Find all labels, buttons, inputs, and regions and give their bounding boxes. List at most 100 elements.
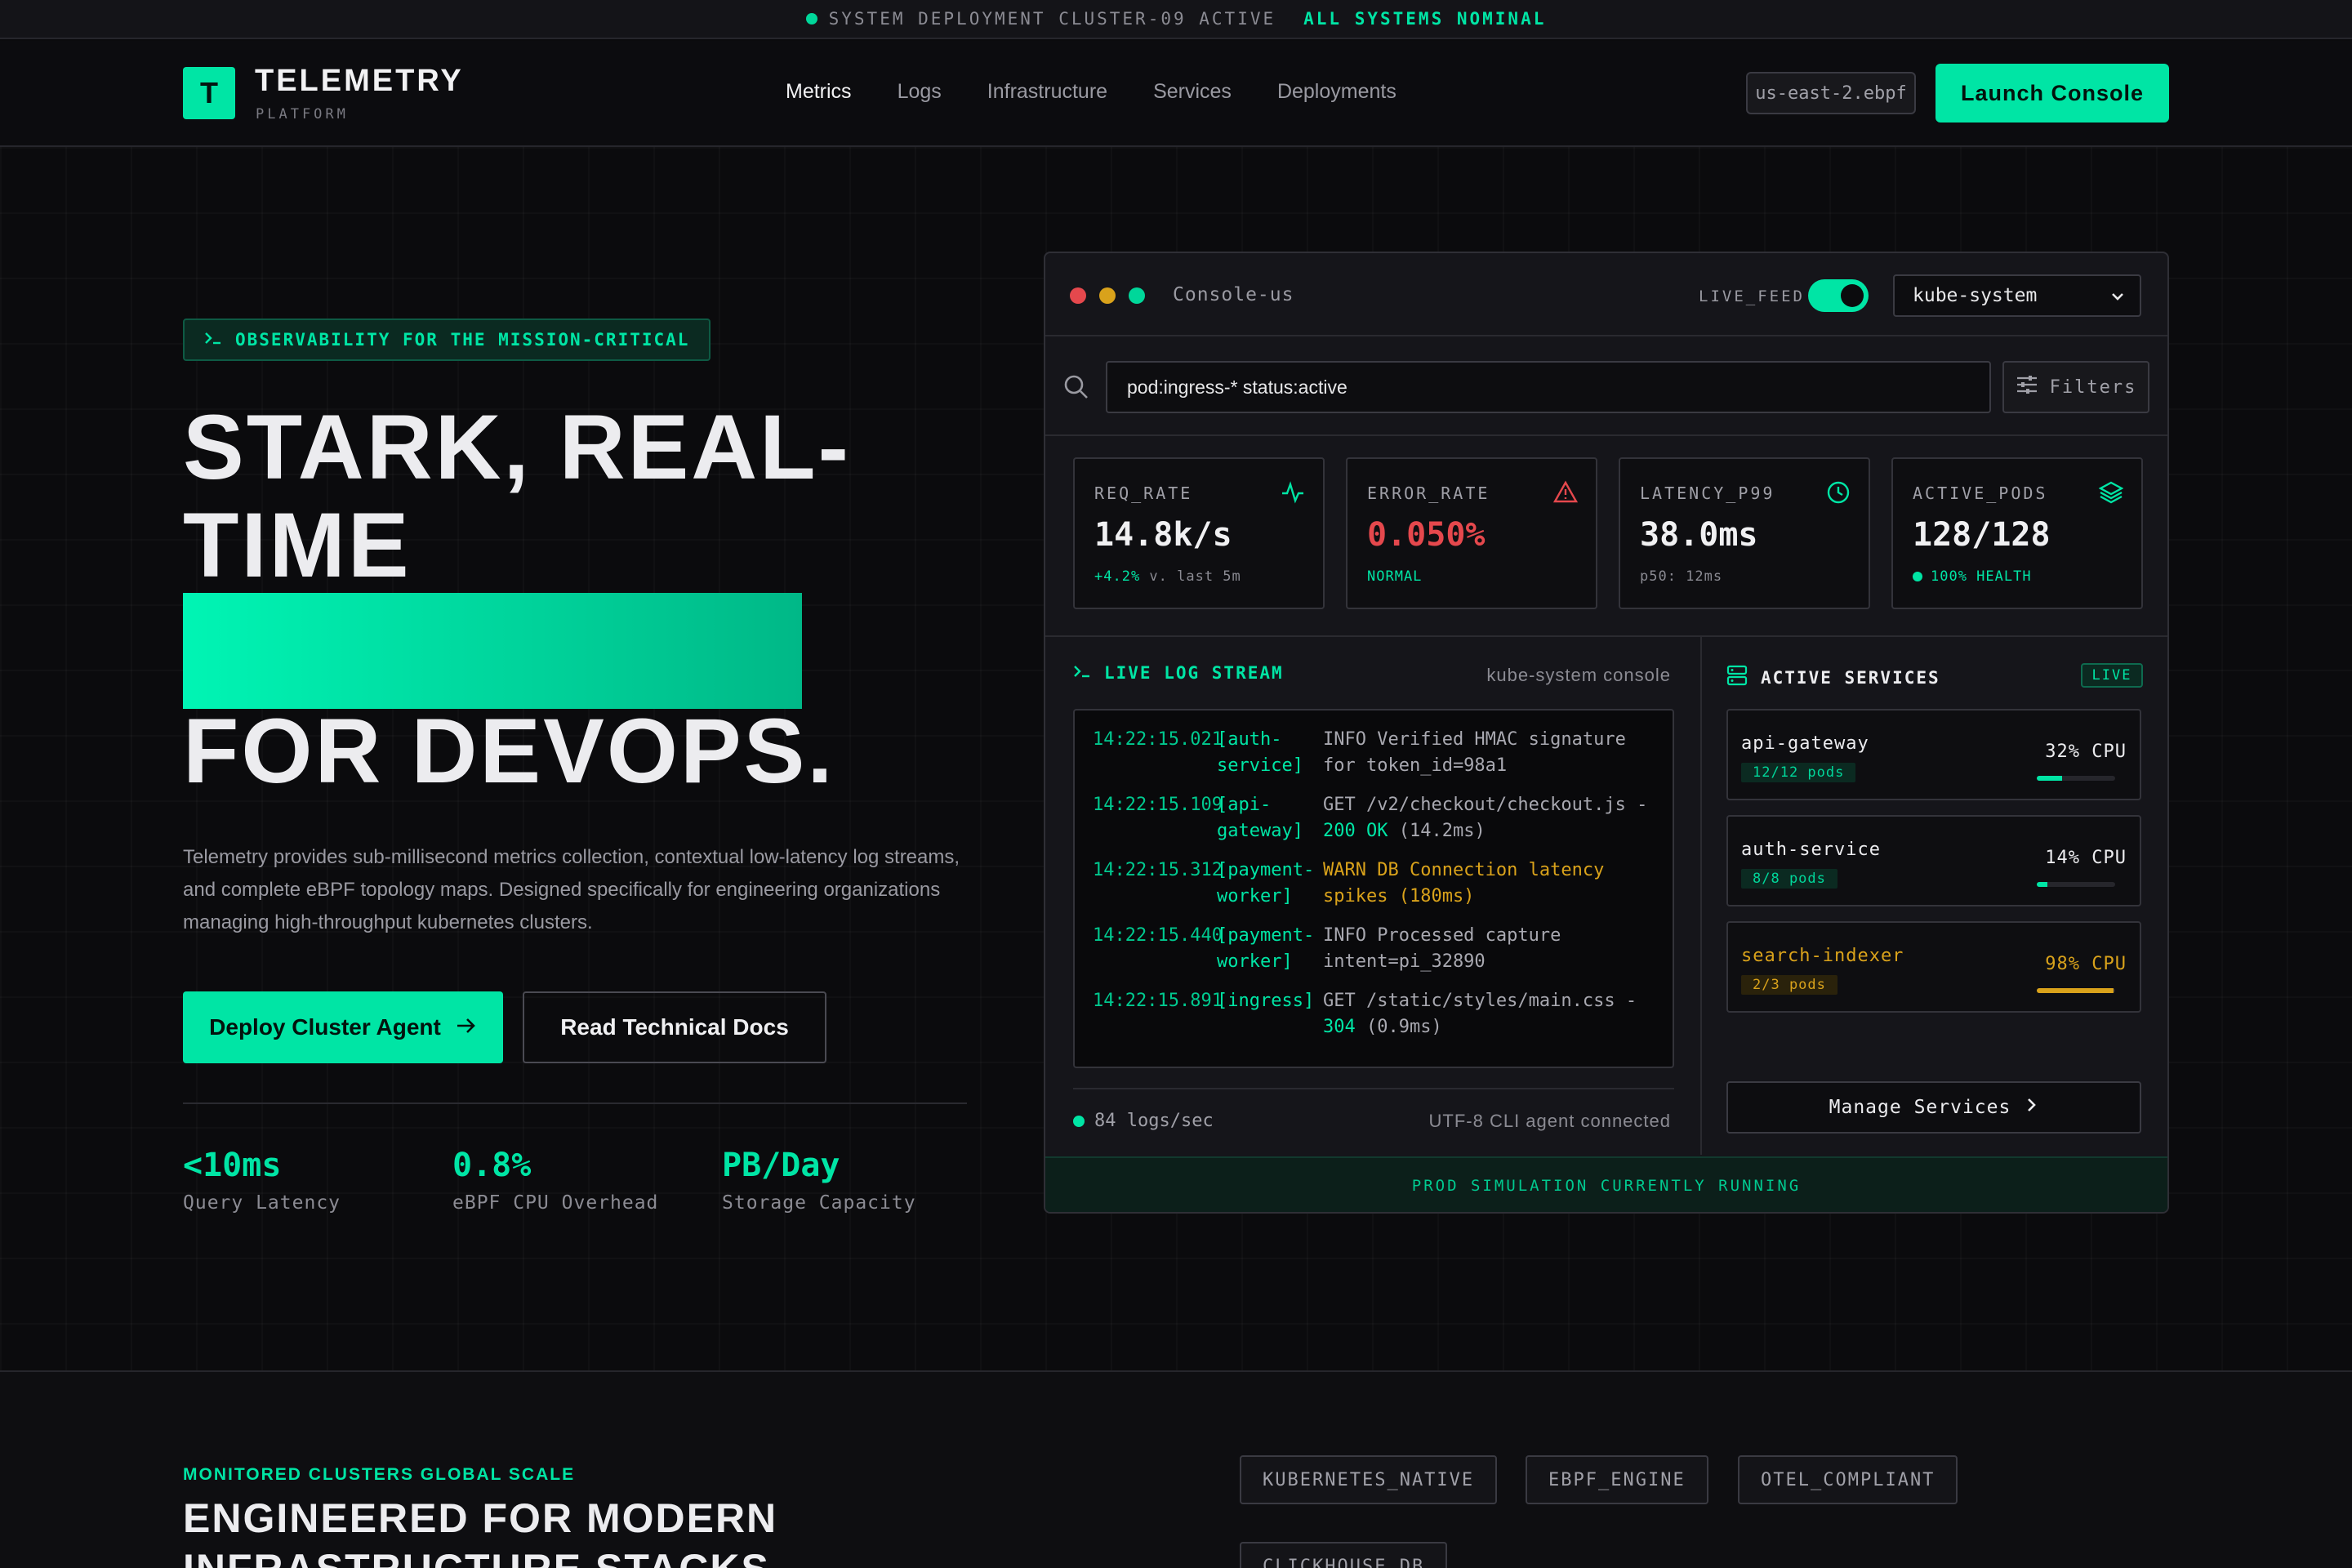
cpu-bar-fill [2037,882,2048,887]
metric-card-error-rate[interactable]: ERROR_RATE 0.050% NORMAL [1346,457,1597,609]
nav-deployments[interactable]: Deployments [1277,80,1396,104]
nav-metrics[interactable]: Metrics [786,80,852,104]
hero-highlight-band [183,593,802,709]
service-card-api-gateway[interactable]: api-gateway 12/12 pods 32% CPU [1726,709,2141,800]
tag-clickhouse-db[interactable]: CLICKHOUSE_DB [1240,1542,1448,1568]
stat-query-latency: <10ms Query Latency [183,1147,341,1214]
tag-ebpf-engine[interactable]: EBPF_ENGINE [1526,1455,1708,1504]
log-entry: 14:22:15.891 [ingress] GET /static/style… [1093,988,1658,1040]
log-message: INFO Verified HMAC signature for token_i… [1323,729,1626,776]
log-rate-text: 84 logs/sec [1094,1111,1214,1131]
live-feed-toggle[interactable] [1808,279,1869,312]
stat-label: Storage Capacity [722,1192,916,1214]
metric-value: 128/128 [1913,516,2051,554]
clock-icon [1826,480,1851,509]
deploy-button-label: Deploy Cluster Agent [209,1014,441,1040]
console-window: Console-us LIVE_FEED kube-system pod:ing… [1044,252,2169,1214]
read-technical-docs-button[interactable]: Read Technical Docs [523,991,826,1063]
hero-description: Telemetry provides sub-millisecond metri… [183,846,960,933]
deploy-cluster-agent-button[interactable]: Deploy Cluster Agent [183,991,503,1063]
logo-mark[interactable]: T [183,67,235,119]
pod-search-input[interactable]: pod:ingress-* status:active [1106,361,1991,413]
metric-label: LATENCY_P99 [1640,483,1775,503]
log-source: [payment-worker] [1217,860,1315,906]
service-card-search-indexer[interactable]: search-indexer 2/3 pods 98% CPU [1726,921,2141,1013]
terminal-prompt-icon [204,330,222,350]
stat-cpu-overhead: 0.8% eBPF CPU Overhead [452,1147,658,1214]
filters-button[interactable]: Filters [2002,361,2149,413]
alert-triangle-icon [1552,480,1579,509]
hero-title-line-2: TIME [183,494,412,596]
service-name: api-gateway [1741,733,1869,754]
chevron-right-icon [2025,1096,2038,1119]
hero-divider [183,1102,967,1104]
simulation-banner: PROD SIMULATION CURRENTLY RUNNING [1045,1156,2167,1212]
logo-title[interactable]: TELEMETRY [255,64,464,99]
log-message: GET /static/styles/main.css - 304 (0.9ms… [1323,988,1658,1040]
service-cpu: 98% CPU [2045,954,2127,974]
service-card-auth-service[interactable]: auth-service 8/8 pods 14% CPU [1726,815,2141,906]
log-time: 14:22:15.312 [1093,860,1223,880]
log-stream-header: LIVE LOG STREAM [1073,663,1284,683]
status-text: SYSTEM DEPLOYMENT CLUSTER-09 ACTIVE [828,9,1276,29]
log-entry: 14:22:15.021 [auth-service] INFO Verifie… [1093,727,1658,779]
hero-tagline: OBSERVABILITY FOR THE MISSION-CRITICAL [183,318,711,361]
window-maximize-icon[interactable] [1129,287,1145,304]
launch-console-button[interactable]: Launch Console [1936,64,2169,122]
tag-kubernetes-native[interactable]: KUBERNETES_NATIVE [1240,1455,1498,1504]
status-dot-icon [805,13,817,24]
service-cpu: 32% CPU [2045,742,2127,762]
metric-card-latency-p99[interactable]: LATENCY_P99 38.0ms p50: 12ms [1619,457,1870,609]
nav-logs[interactable]: Logs [898,80,942,104]
log-message: INFO Processed capture intent=pi_32890 [1323,925,1561,972]
status-line: SYSTEM DEPLOYMENT CLUSTER-09 ACTIVE [805,9,1276,29]
log-stream-context: kube-system console [1486,665,1671,685]
console-search-bar: pod:ingress-* status:active Filters [1045,338,2167,436]
system-status-bar: SYSTEM DEPLOYMENT CLUSTER-09 ACTIVE ALL … [0,0,2352,39]
metric-card-active-pods[interactable]: ACTIVE_PODS 128/128 100% HEALTH [1891,457,2143,609]
metric-sub: p50: 12ms [1640,568,1723,585]
metric-sub-text: 100% HEALTH [1931,568,2032,585]
nav-services[interactable]: Services [1153,80,1232,104]
metric-value: 0.050% [1367,516,1486,554]
stat-storage-capacity: PB/Day Storage Capacity [722,1147,916,1214]
manage-services-button[interactable]: Manage Services [1726,1081,2141,1134]
live-feed-label: LIVE_FEED [1699,287,1805,305]
services-header: ACTIVE SERVICES [1726,665,1940,690]
window-close-icon[interactable] [1070,287,1086,304]
tagline-text: OBSERVABILITY FOR THE MISSION-CRITICAL [235,330,690,350]
hero-title-line-1: STARK, REAL- [183,396,851,498]
window-minimize-icon[interactable] [1099,287,1116,304]
log-time: 14:22:15.440 [1093,925,1223,946]
activity-icon [1281,480,1305,509]
log-entry: 14:22:15.109 [api-gateway] GET /v2/check… [1093,792,1658,844]
filters-label: Filters [2049,376,2137,398]
metric-value: 38.0ms [1640,516,1758,554]
region-chip[interactable]: us-east-2.ebpf [1746,72,1916,114]
log-source: [payment-worker] [1217,925,1315,972]
metric-sub: 100% HEALTH [1913,568,2032,585]
log-message-text: GET /v2/checkout/checkout.js - [1323,795,1648,815]
log-stream-title: LIVE LOG STREAM [1104,663,1284,683]
tag-otel-compliant[interactable]: OTEL_COMPLIANT [1738,1455,1958,1504]
log-source: [auth-service] [1217,729,1303,776]
services-title: ACTIVE SERVICES [1761,667,1940,688]
service-cpu: 14% CPU [2045,848,2127,868]
console-title: Console-us [1173,284,1294,305]
namespace-value: kube-system [1913,285,2038,306]
metric-label: ACTIVE_PODS [1913,483,2048,503]
namespace-select[interactable]: kube-system [1893,274,2141,317]
log-status: 200 OK [1323,821,1388,841]
manage-services-label: Manage Services [1829,1097,2011,1118]
logo-subtitle: PLATFORM [256,106,349,122]
service-pods: 12/12 pods [1741,763,1856,782]
lower-title: ENGINEERED FOR MODERN INFRASTRUCTURE STA… [183,1495,778,1568]
service-pods: 2/3 pods [1741,975,1838,995]
metric-sub: NORMAL [1367,568,1423,585]
metric-card-req-rate[interactable]: REQ_RATE 14.8k/s +4.2% v. last 5m [1073,457,1325,609]
console-titlebar: Console-us LIVE_FEED kube-system [1045,253,2167,336]
log-stream-panel[interactable]: 14:22:15.021 [auth-service] INFO Verifie… [1073,709,1674,1068]
nav-infrastructure[interactable]: Infrastructure [987,80,1107,104]
terminal-prompt-icon [1073,663,1091,683]
live-dot-icon [1073,1115,1085,1127]
